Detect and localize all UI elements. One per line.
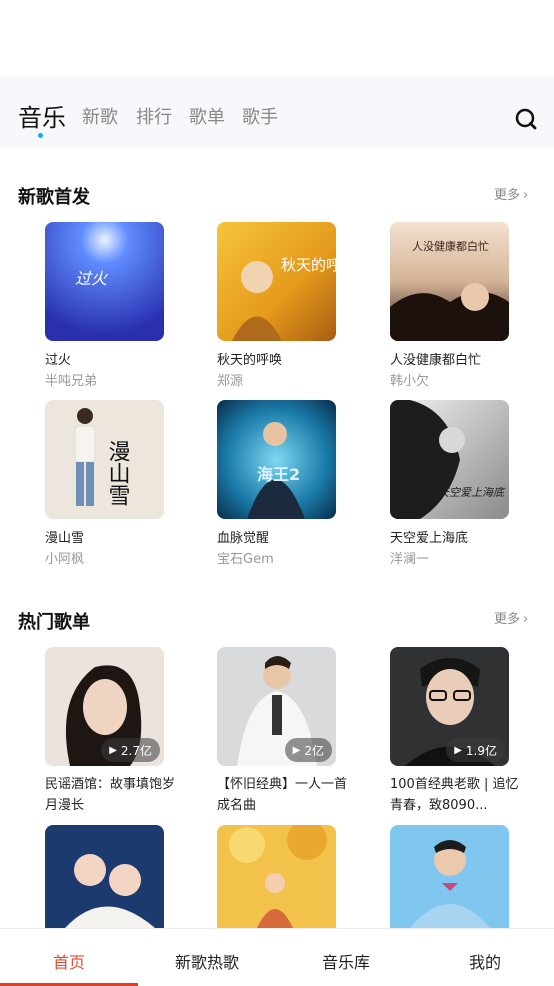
playlist-title: 100首经典老歌 | 追忆青春，致8090... <box>390 777 519 813</box>
song-artist: 半吨兄弟 <box>45 374 98 389</box>
tab-playlists[interactable]: 歌单 <box>189 103 225 129</box>
song-artist: 洋澜一 <box>390 552 430 567</box>
more-label: 更多 <box>494 188 521 203</box>
song-title: 秋天的呼唤 <box>217 353 283 368</box>
cover-text: 秋天的呼唤 <box>281 256 336 274</box>
nav-home[interactable]: 首页 <box>53 949 85 973</box>
nav-music-library[interactable]: 音乐库 <box>322 949 370 973</box>
cover-text: 漫山雪 <box>105 440 131 506</box>
song-cover[interactable]: 天空爱上海底 <box>390 400 509 519</box>
section-title-new-releases: 新歌首发 <box>18 187 90 208</box>
section-title-hot-playlists: 热门歌单 <box>18 612 90 633</box>
song-cover[interactable]: 海王2 <box>217 400 336 519</box>
cover-text: 人没健康都白忙 <box>412 239 489 253</box>
play-icon: ▶ <box>454 744 462 756</box>
playlist-cover[interactable]: ▶ 2.7亿 <box>45 647 164 766</box>
chevron-right-icon: › <box>523 188 529 203</box>
play-count: 1.9亿 <box>465 743 497 758</box>
playlist-cover[interactable]: ▶ 2亿 <box>217 647 336 766</box>
playlist-title: 【怀旧经典】一人一首成名曲 <box>217 777 348 813</box>
active-tab-indicator <box>38 133 43 138</box>
tab-music[interactable]: 音乐 <box>18 98 66 133</box>
play-count-badge: ▶ 2亿 <box>284 738 332 762</box>
tab-charts[interactable]: 排行 <box>136 103 172 129</box>
status-bar-area <box>0 0 554 76</box>
tab-new-songs[interactable]: 新歌 <box>82 103 118 129</box>
top-tab-bar: 音乐 新歌 排行 歌单 歌手 <box>0 76 554 148</box>
tab-singers[interactable]: 歌手 <box>242 103 278 129</box>
song-artist: 小阿枫 <box>45 552 85 567</box>
play-count: 2亿 <box>304 743 324 758</box>
playlist-cover[interactable] <box>217 825 336 928</box>
nav-mine[interactable]: 我的 <box>469 949 501 973</box>
song-cover[interactable]: 人没健康都白忙 <box>390 222 509 341</box>
chevron-right-icon: › <box>523 612 529 627</box>
play-icon: ▶ <box>292 744 301 756</box>
song-artist: 韩小欠 <box>390 374 430 389</box>
play-count-badge: ▶ 2.7亿 <box>101 738 160 762</box>
playlist-cover[interactable]: ▶ 1.9亿 <box>390 647 509 766</box>
play-count: 2.7亿 <box>120 743 152 758</box>
play-count-badge: ▶ 1.9亿 <box>446 738 505 762</box>
search-icon[interactable] <box>515 108 537 130</box>
bottom-nav: 首页 新歌热歌 音乐库 我的 <box>0 928 554 986</box>
playlist-cover[interactable] <box>45 825 164 928</box>
more-hot-playlists-link[interactable]: 更多 › <box>494 608 528 627</box>
song-artist: 郑源 <box>217 374 244 389</box>
play-icon: ▶ <box>109 744 117 756</box>
song-cover[interactable]: 过火 <box>45 222 164 341</box>
nav-new-hot-songs[interactable]: 新歌热歌 <box>175 949 239 973</box>
playlist-title: 民谣酒馆：故事填饱岁月漫长 <box>45 777 176 813</box>
cover-text: 天空爱上海底 <box>438 486 506 499</box>
song-cover[interactable]: 漫山雪 <box>45 400 164 519</box>
song-title: 人没健康都白忙 <box>390 353 482 368</box>
cover-text: 过火 <box>75 269 109 288</box>
song-title: 血脉觉醒 <box>217 531 270 546</box>
more-new-releases-link[interactable]: 更多 › <box>494 184 528 203</box>
song-title: 漫山雪 <box>45 531 85 546</box>
playlist-cover[interactable] <box>390 825 509 928</box>
song-artist: 宝石Gem <box>217 552 274 567</box>
cover-text: 海王2 <box>257 465 300 484</box>
song-title: 天空爱上海底 <box>390 531 469 546</box>
song-title: 过火 <box>45 353 72 368</box>
song-cover[interactable]: 秋天的呼唤 <box>217 222 336 341</box>
more-label: 更多 <box>494 612 521 627</box>
